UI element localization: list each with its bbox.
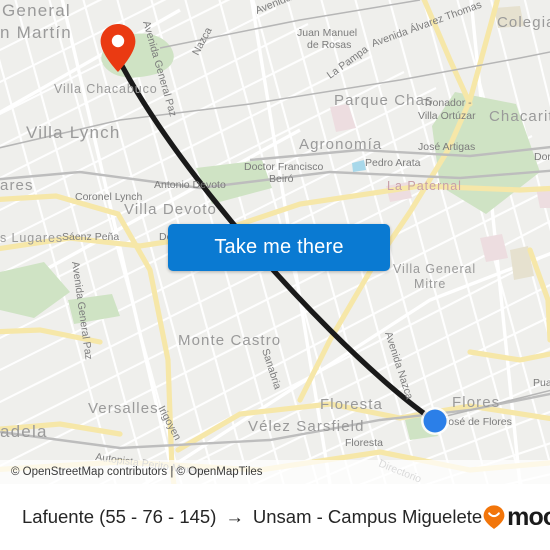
map-canvas[interactable]: General n Martín Villa Chacabuco Villa Lync… [0,0,550,484]
destination-marker [421,407,449,435]
moovit-wordmark: moovit [507,502,550,531]
trip-footer: Lafuente (55 - 76 - 145) → Unsam - Campu… [0,484,550,550]
attribution-text: © OpenStreetMap contributors | © OpenMap… [11,466,263,478]
take-me-there-button[interactable]: Take me there [168,224,390,271]
map-attribution: © OpenStreetMap contributors | © OpenMap… [0,460,550,484]
take-me-there-label: Take me there [214,236,344,258]
arrow-right-icon: → [225,506,244,527]
trip-destination: Unsam - Campus Miguelete [252,506,483,527]
moovit-pin-smile-icon [483,505,505,529]
trip-origin: Lafuente (55 - 76 - 145) [22,506,217,527]
moovit-trip-map-screen: General n Martín Villa Chacabuco Villa Lync… [0,0,550,550]
moovit-logo[interactable]: moovit [482,504,550,530]
trip-summary: Lafuente (55 - 76 - 145) → Unsam - Campu… [22,506,482,528]
